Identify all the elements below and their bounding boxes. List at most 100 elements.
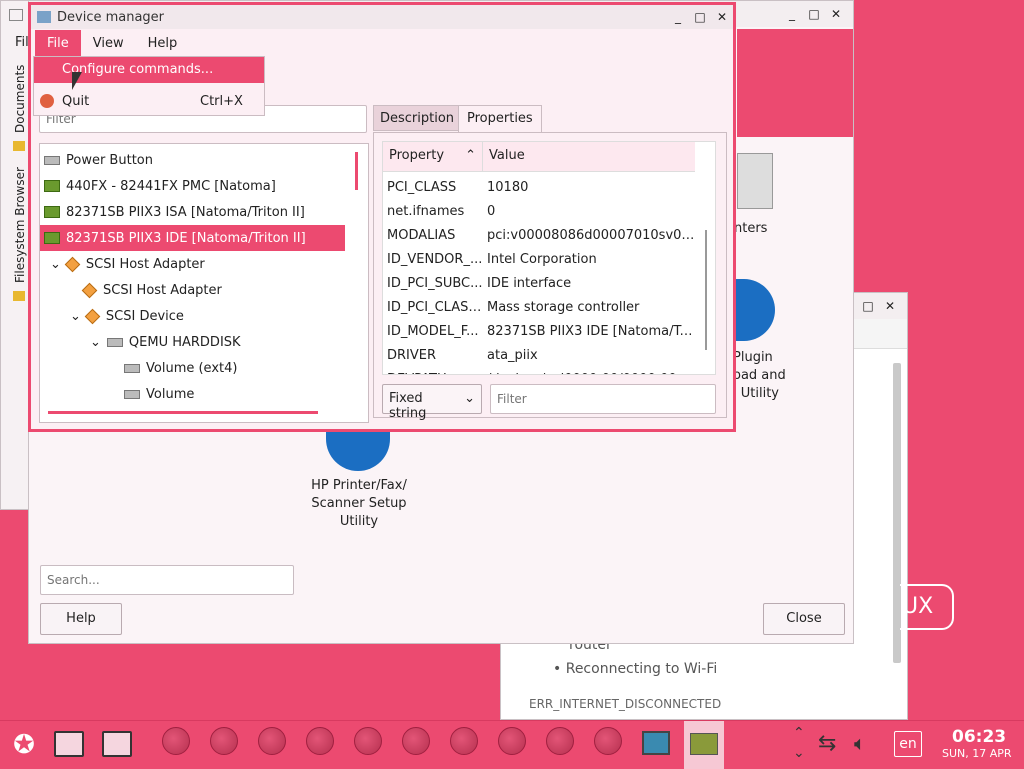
menu-file[interactable]: File — [35, 29, 81, 57]
table-row[interactable]: DEVPATH/devices/pci0000:00/0000:00:01.1 — [383, 367, 715, 375]
close-button[interactable]: Close — [763, 603, 845, 635]
table-row[interactable]: net.ifnames 0 — [383, 199, 715, 223]
properties-scrollbar[interactable] — [705, 230, 707, 350]
list-item: • Reconnecting to Wi-Fi — [553, 661, 718, 677]
close-icon[interactable]: ✕ — [825, 7, 847, 21]
sidebar-tab-filesystem-browser[interactable]: Filesystem Browser — [13, 167, 27, 283]
value-cell: 10180 — [487, 179, 529, 195]
menu-view[interactable]: View — [81, 30, 136, 57]
tab-description[interactable]: Description — [373, 105, 462, 131]
value-cell: IDE interface — [487, 275, 572, 291]
tree-row[interactable]: 440FX - 82441FX PMC [Natoma] — [40, 173, 368, 199]
tree-row-label: SCSI Device — [105, 308, 184, 324]
hp-icon[interactable] — [326, 429, 390, 471]
system-monitor-icon[interactable] — [642, 731, 670, 755]
menu-item-quit[interactable]: Quit Ctrl+X — [34, 85, 264, 117]
launcher-icon[interactable] — [546, 727, 574, 755]
windows-icon[interactable] — [54, 731, 84, 757]
maximize-icon[interactable]: □ — [689, 10, 711, 24]
scsi-icon — [84, 308, 101, 324]
launcher-icon[interactable] — [402, 727, 430, 755]
property-filter-input[interactable] — [490, 384, 716, 414]
tree-row[interactable]: Volume — [40, 381, 368, 407]
launcher-icon[interactable] — [354, 727, 382, 755]
close-icon[interactable]: ✕ — [711, 10, 733, 24]
search-input[interactable] — [40, 565, 294, 595]
launcher-icon[interactable] — [258, 727, 286, 755]
table-row[interactable]: ID_MODEL_F... 82371SB PIIX3 IDE [Natoma/T… — [383, 319, 715, 343]
start-menu-icon[interactable]: ✪ — [8, 729, 40, 761]
background-window: Fil Documents Filesystem Browser — [0, 0, 30, 510]
minimize-icon[interactable]: _ — [781, 7, 803, 21]
tree-row[interactable]: Power Button — [40, 147, 368, 173]
tree-row-label: Volume — [146, 386, 195, 402]
tree-row[interactable]: ⌄ SCSI Host Adapter — [40, 251, 368, 277]
bg-menu-file[interactable]: Fil — [15, 35, 29, 50]
tree-row[interactable]: 82371SB PIIX3 IDE [Natoma/Triton II] — [40, 225, 345, 251]
error-code: ERR_INTERNET_DISCONNECTED — [529, 697, 722, 711]
tab-properties[interactable]: Properties — [458, 105, 542, 133]
table-row[interactable]: ID_VENDOR_... Intel Corporation — [383, 247, 715, 271]
table-row[interactable]: PCI_CLASS 10180 — [383, 175, 715, 199]
shortcut-label: Ctrl+X — [200, 93, 243, 109]
folder-icon — [13, 291, 25, 301]
property-cell: ID_PCI_CLASS... — [387, 299, 483, 315]
language-indicator[interactable]: en — [894, 731, 922, 757]
expand-chevron-icon[interactable]: ⌄ — [70, 309, 81, 324]
menu-help[interactable]: Help — [136, 30, 190, 57]
settings-header — [737, 29, 853, 137]
launcher-icon[interactable] — [162, 727, 190, 755]
expand-chevron-icon[interactable]: ⌄ — [90, 335, 101, 350]
edit-icon — [9, 9, 23, 21]
minimize-icon[interactable]: _ — [667, 10, 689, 24]
maximize-icon[interactable]: □ — [803, 7, 825, 21]
pci-card-icon — [44, 232, 60, 244]
chevron-down-icon[interactable]: ⌄ — [793, 745, 805, 761]
tree-row[interactable]: SCSI Host Adapter — [40, 277, 368, 303]
launcher-icon[interactable] — [450, 727, 478, 755]
table-row[interactable]: ID_PCI_CLASS... Mass storage controller — [383, 295, 715, 319]
launcher-icon[interactable] — [306, 727, 334, 755]
tree-scrollbar[interactable] — [355, 152, 358, 190]
hp-setup-label[interactable]: HP Printer/Fax/ Scanner Setup Utility — [299, 477, 419, 531]
clock-date[interactable]: SUN, 17 APR — [942, 747, 1012, 760]
column-value[interactable]: Value — [483, 142, 531, 171]
tree-hscrollbar[interactable] — [48, 411, 318, 414]
menu-item-configure-commands[interactable]: Configure commands... — [34, 57, 264, 83]
help-button[interactable]: Help — [40, 603, 122, 635]
folder-icon — [13, 141, 25, 151]
printer-label[interactable]: nters — [734, 221, 767, 236]
value-cell: 0 — [487, 203, 496, 219]
hp-icon[interactable] — [735, 279, 775, 341]
column-property[interactable]: Property ⌃ — [383, 142, 483, 171]
table-header: Property ⌃ Value — [383, 142, 695, 172]
chevron-up-icon[interactable]: ⌃ — [793, 725, 805, 741]
sidebar-tab-documents[interactable]: Documents — [13, 65, 27, 133]
show-desktop-icon[interactable] — [102, 731, 132, 757]
volume-icon — [124, 363, 140, 373]
network-icon[interactable]: ⇆ — [818, 731, 836, 756]
clock-time[interactable]: 06:23 — [952, 727, 1006, 747]
hp-plugin-label[interactable]: Plugin oad and l Utility — [733, 349, 786, 403]
tree-row-label: Power Button — [66, 152, 153, 168]
table-row[interactable]: MODALIAS pci:v00008086d00007010sv00001... — [383, 223, 715, 247]
device-manager-task-icon[interactable] — [684, 721, 724, 769]
mouse-cursor-icon — [72, 72, 82, 90]
printer-icon[interactable] — [737, 153, 773, 209]
table-row[interactable]: DRIVER ata_piix — [383, 343, 715, 367]
value-cell: pci:v00008086d00007010sv00001... — [487, 227, 697, 243]
table-row[interactable]: ID_PCI_SUBC... IDE interface — [383, 271, 715, 295]
maximize-icon[interactable]: □ — [857, 299, 879, 313]
launcher-icon[interactable] — [210, 727, 238, 755]
launcher-icon[interactable] — [594, 727, 622, 755]
close-icon[interactable]: ✕ — [879, 299, 901, 313]
tree-row[interactable]: 82371SB PIIX3 ISA [Natoma/Triton II] — [40, 199, 368, 225]
tree-row[interactable]: ⌄ QEMU HARDDISK — [40, 329, 368, 355]
tree-row[interactable]: Volume (ext4) — [40, 355, 368, 381]
filter-type-select[interactable]: Fixed string ⌄ — [382, 384, 482, 421]
launcher-icon[interactable] — [498, 727, 526, 755]
tree-row[interactable]: ⌄ SCSI Device — [40, 303, 368, 329]
volume-icon[interactable]: 🔈︎ — [854, 731, 866, 755]
device-manager-icon — [37, 11, 51, 23]
expand-chevron-icon[interactable]: ⌄ — [50, 257, 61, 272]
